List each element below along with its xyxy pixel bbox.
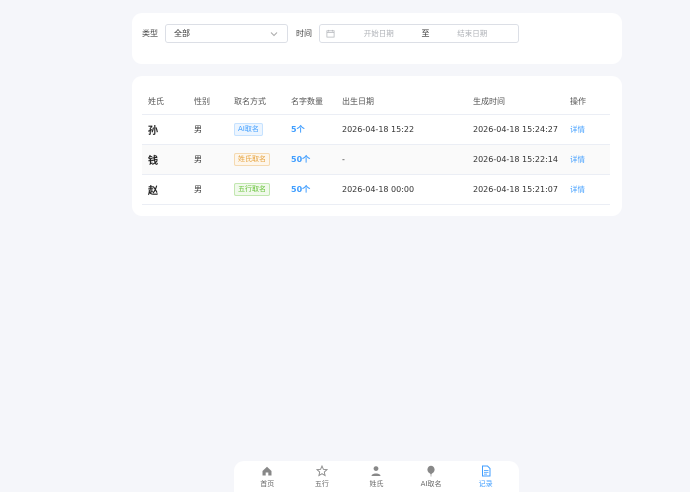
start-date-input[interactable]: 开始日期 xyxy=(339,28,419,39)
chevron-down-icon xyxy=(270,31,278,36)
details-link[interactable]: 详情 xyxy=(570,155,585,164)
balloon-icon xyxy=(427,465,435,476)
nav-wuxing[interactable]: 五行 xyxy=(297,464,347,489)
nav-ai-naming[interactable]: AI取名 xyxy=(406,465,456,489)
cell-action: 详情 xyxy=(564,114,610,145)
cell-created: 2026-04-18 15:21:07 xyxy=(467,174,564,205)
method-tag: 五行取名 xyxy=(234,182,270,196)
nav-records[interactable]: 记录 xyxy=(461,465,511,489)
header-created: 生成时间 xyxy=(467,89,564,115)
table-row: 孙 男 AI取名 5个 2026-04-18 15:22 2026-04-18 … xyxy=(142,114,610,145)
filter-row: 类型 全部 时间 开始日期 至 结束日期 xyxy=(142,24,519,43)
header-surname: 姓氏 xyxy=(142,89,188,115)
type-select[interactable]: 全部 xyxy=(165,24,288,43)
records-card: 姓氏 性别 取名方式 名字数量 出生日期 生成时间 操作 孙 男 AI取名 5个… xyxy=(132,76,622,216)
cell-gender: 男 xyxy=(188,114,228,145)
cell-action: 详情 xyxy=(564,144,610,175)
cell-method: AI取名 xyxy=(228,114,285,145)
cell-surname: 钱 xyxy=(142,144,188,175)
header-count: 名字数量 xyxy=(285,89,336,115)
cell-method: 五行取名 xyxy=(228,174,285,205)
nav-home[interactable]: 首页 xyxy=(242,465,292,489)
home-icon xyxy=(262,466,272,475)
cell-count: 50个 xyxy=(285,144,336,175)
nav-surname[interactable]: 姓氏 xyxy=(351,465,401,489)
end-date-input[interactable]: 结束日期 xyxy=(433,28,513,39)
type-label: 类型 xyxy=(142,29,158,38)
cell-created: 2026-04-18 15:22:14 xyxy=(467,144,564,175)
cell-method: 姓氏取名 xyxy=(228,144,285,175)
type-select-value: 全部 xyxy=(174,29,190,38)
user-icon xyxy=(371,465,381,476)
header-gender: 性别 xyxy=(188,89,228,115)
nav-home-label: 首页 xyxy=(260,479,275,488)
nav-ai-naming-label: AI取名 xyxy=(420,479,442,488)
cell-surname: 孙 xyxy=(142,114,188,145)
star-icon xyxy=(315,464,328,477)
cell-count: 5个 xyxy=(285,114,336,145)
cell-birth: 2026-04-18 00:00 xyxy=(336,174,467,205)
date-range-picker[interactable]: 开始日期 至 结束日期 xyxy=(319,24,519,43)
details-link[interactable]: 详情 xyxy=(570,185,585,194)
cell-birth: - xyxy=(336,144,467,175)
nav-records-label: 记录 xyxy=(478,479,493,488)
document-icon xyxy=(481,465,491,476)
records-table: 姓氏 性别 取名方式 名字数量 出生日期 生成时间 操作 孙 男 AI取名 5个… xyxy=(142,89,610,205)
bottom-nav: 首页 五行 姓氏 AI取名 记录 xyxy=(234,461,519,492)
details-link[interactable]: 详情 xyxy=(570,125,585,134)
table-row: 钱 男 姓氏取名 50个 - 2026-04-18 15:22:14 详情 xyxy=(142,144,610,175)
cell-created: 2026-04-18 15:24:27 xyxy=(467,114,564,145)
cell-gender: 男 xyxy=(188,144,228,175)
header-birth: 出生日期 xyxy=(336,89,467,115)
method-tag: AI取名 xyxy=(234,122,263,136)
range-separator: 至 xyxy=(421,29,430,38)
cell-count: 50个 xyxy=(285,174,336,205)
time-label: 时间 xyxy=(296,29,312,38)
cell-surname: 赵 xyxy=(142,174,188,205)
table-header-row: 姓氏 性别 取名方式 名字数量 出生日期 生成时间 操作 xyxy=(142,89,610,115)
nav-surname-label: 姓氏 xyxy=(369,479,384,488)
cell-gender: 男 xyxy=(188,174,228,205)
filter-card: 类型 全部 时间 开始日期 至 结束日期 xyxy=(132,13,622,64)
method-tag: 姓氏取名 xyxy=(234,152,270,166)
nav-wuxing-label: 五行 xyxy=(314,479,329,488)
header-method: 取名方式 xyxy=(228,89,285,115)
table-row: 赵 男 五行取名 50个 2026-04-18 00:00 2026-04-18… xyxy=(142,174,610,205)
calendar-icon xyxy=(326,29,335,38)
cell-birth: 2026-04-18 15:22 xyxy=(336,114,467,145)
header-action: 操作 xyxy=(564,89,610,115)
cell-action: 详情 xyxy=(564,174,610,205)
